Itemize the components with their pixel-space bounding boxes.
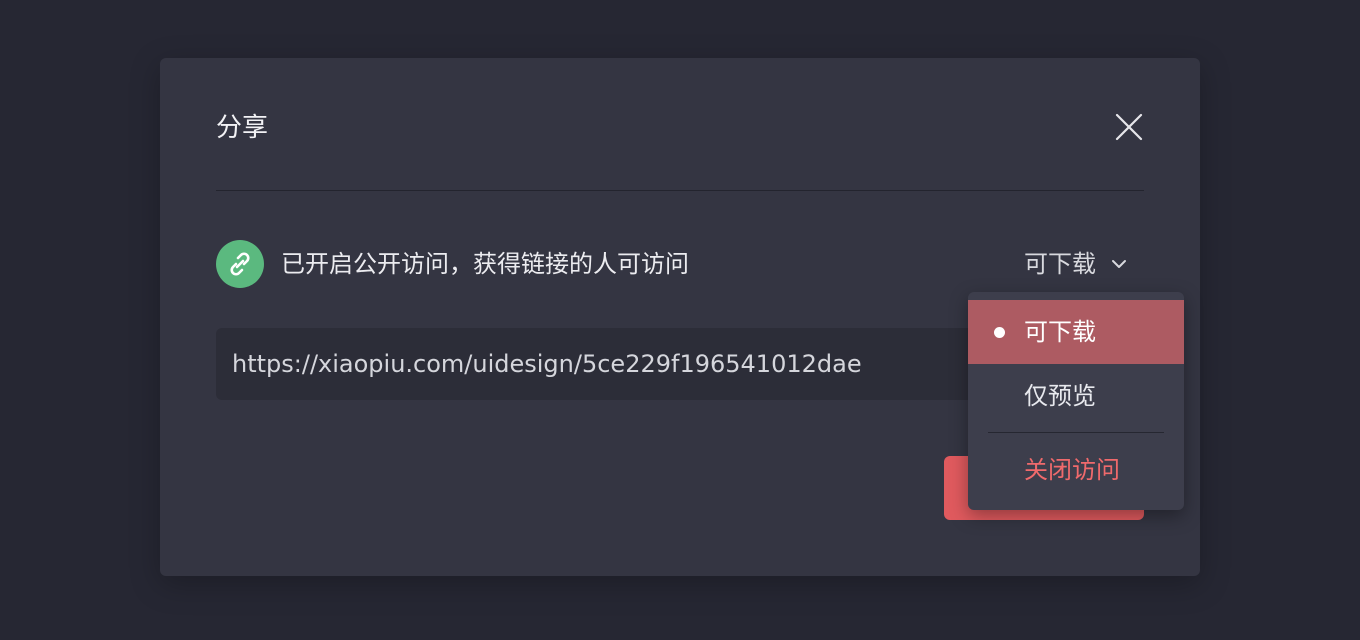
access-status-row: 已开启公开访问，获得链接的人可访问 可下载 (216, 240, 1144, 288)
dropdown-item-download[interactable]: 可下载 (968, 300, 1184, 364)
close-icon (1115, 113, 1143, 141)
close-button[interactable] (1110, 110, 1146, 146)
header-divider (216, 190, 1144, 191)
dropdown-item-label: 关闭访问 (1024, 456, 1120, 484)
dropdown-item-label: 仅预览 (1024, 382, 1096, 410)
permission-select[interactable]: 可下载 (1024, 246, 1128, 282)
permission-select-value: 可下载 (1024, 250, 1096, 278)
access-status-text: 已开启公开访问，获得链接的人可访问 (281, 250, 689, 278)
selected-bullet-icon (994, 327, 1005, 338)
dropdown-item-close-access[interactable]: 关闭访问 (968, 438, 1184, 502)
link-icon (216, 240, 264, 288)
dropdown-item-preview-only[interactable]: 仅预览 (968, 364, 1184, 428)
share-url-box (216, 328, 1016, 400)
permission-dropdown: 可下载 仅预览 关闭访问 (968, 292, 1184, 510)
dropdown-item-label: 可下载 (1024, 318, 1096, 346)
share-url-field[interactable] (232, 346, 992, 382)
dialog-title: 分享 (216, 113, 269, 143)
chevron-down-icon (1112, 260, 1126, 268)
dropdown-divider (988, 432, 1164, 433)
